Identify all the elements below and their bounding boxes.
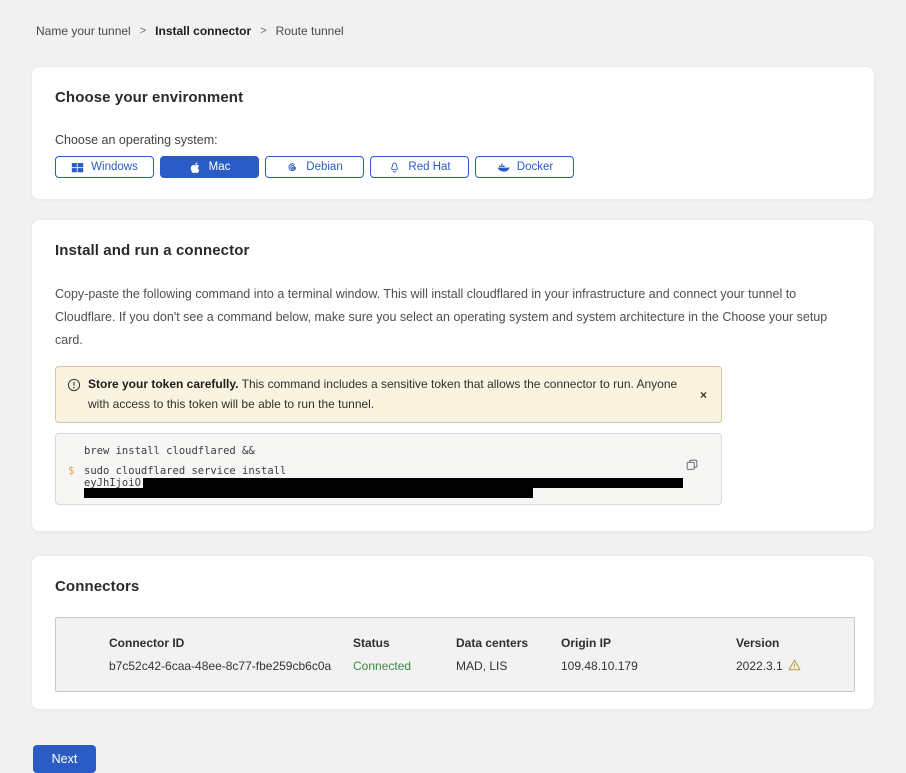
breadcrumb-install-connector[interactable]: Install connector: [155, 24, 251, 38]
connectors-table-header: Connector ID Status Data centers Origin …: [109, 634, 854, 650]
cell-origin-ip: 109.48.10.179: [561, 659, 736, 673]
status-badge: Connected: [353, 659, 456, 673]
redaction-bar: [143, 478, 683, 488]
col-header-status: Status: [353, 636, 456, 650]
apple-icon: [189, 161, 202, 174]
connectors-table: Connector ID Status Data centers Origin …: [55, 617, 855, 692]
warning-triangle-icon: [788, 659, 801, 674]
redhat-icon: [388, 161, 401, 174]
alert-circle-icon: [67, 378, 81, 397]
install-command-codeblock[interactable]: brew install cloudflared && $sudo cloudf…: [55, 433, 722, 505]
os-button-redhat[interactable]: Red Hat: [370, 156, 469, 178]
next-button[interactable]: Next: [33, 745, 96, 773]
os-button-mac[interactable]: Mac: [160, 156, 259, 178]
code-line-sudo: $sudo cloudflared service install: [84, 466, 721, 477]
install-description: Copy-paste the following command into a …: [55, 283, 851, 352]
token-warning-text: Store your token carefully. This command…: [88, 375, 678, 413]
col-header-data-centers: Data centers: [456, 636, 561, 650]
os-button-label: Red Hat: [408, 161, 450, 173]
os-select-label: Choose an operating system:: [55, 133, 851, 147]
os-button-docker[interactable]: Docker: [475, 156, 574, 178]
redaction-bar: [84, 488, 533, 498]
os-button-debian[interactable]: Debian: [265, 156, 364, 178]
token-warning-bold: Store your token carefully.: [88, 377, 239, 391]
os-button-group: Windows Mac Debian Red Hat: [55, 156, 851, 178]
token-warning-banner: Store your token carefully. This command…: [55, 366, 722, 422]
breadcrumb: Name your tunnel > Install connector > R…: [31, 0, 875, 38]
os-button-label: Windows: [91, 161, 138, 173]
os-button-windows[interactable]: Windows: [55, 156, 154, 178]
close-icon[interactable]: ×: [700, 388, 707, 402]
breadcrumb-separator: >: [140, 25, 146, 37]
table-row: b7c52c42-6caa-48ee-8c77-fbe259cb6c0a Con…: [109, 659, 854, 674]
choose-environment-card: Choose your environment Choose an operat…: [31, 66, 875, 200]
debian-icon: [286, 161, 299, 174]
windows-icon: [71, 161, 84, 174]
cell-version: 2022.3.1: [736, 659, 854, 674]
copy-icon[interactable]: [685, 458, 699, 475]
install-connector-card: Install and run a connector Copy-paste t…: [31, 219, 875, 532]
os-button-label: Docker: [517, 161, 553, 173]
breadcrumb-name-your-tunnel[interactable]: Name your tunnel: [36, 24, 131, 38]
token-prefix: eyJhIjoiO: [84, 478, 141, 489]
docker-icon: [496, 161, 510, 174]
os-button-label: Debian: [306, 161, 342, 173]
col-header-version: Version: [736, 636, 854, 650]
install-connector-title: Install and run a connector: [55, 242, 851, 259]
connectors-title: Connectors: [55, 578, 851, 595]
breadcrumb-route-tunnel[interactable]: Route tunnel: [276, 24, 344, 38]
code-line-token: eyJhIjoiO: [84, 478, 721, 489]
connectors-card: Connectors Connector ID Status Data cent…: [31, 555, 875, 710]
col-header-connector-id: Connector ID: [109, 636, 353, 650]
os-button-label: Mac: [209, 161, 231, 173]
code-line-brew: brew install cloudflared &&: [84, 446, 721, 457]
shell-prompt: $: [68, 466, 74, 477]
tunnel-setup-page: Name your tunnel > Install connector > R…: [0, 0, 906, 740]
cell-data-centers: MAD, LIS: [456, 659, 561, 673]
col-header-origin-ip: Origin IP: [561, 636, 736, 650]
breadcrumb-separator: >: [260, 25, 266, 37]
cell-connector-id: b7c52c42-6caa-48ee-8c77-fbe259cb6c0a: [109, 659, 353, 673]
choose-environment-title: Choose your environment: [55, 89, 851, 106]
